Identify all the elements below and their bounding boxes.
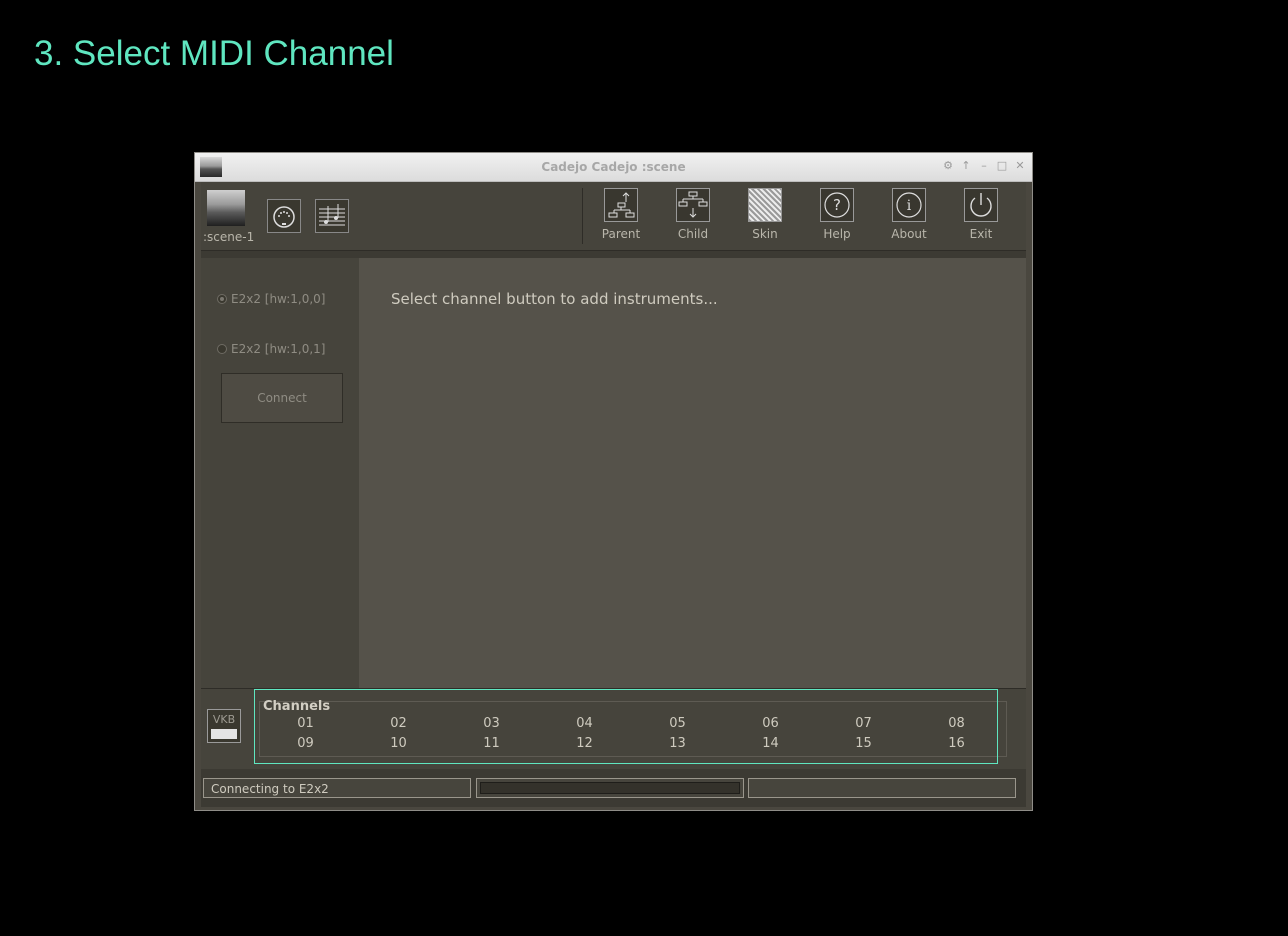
vkb-label: VKB: [212, 713, 236, 726]
channel-button-08[interactable]: 08: [910, 716, 1003, 731]
scene-label: :scene-1: [203, 230, 255, 244]
vkb-button[interactable]: VKB: [207, 709, 241, 743]
title-bar: Cadejo Cadejo :scene ⚙ ↑ – □ ✕: [195, 153, 1032, 182]
close-icon[interactable]: ✕: [1014, 159, 1026, 173]
exit-button[interactable]: Exit: [951, 188, 1011, 241]
connect-button[interactable]: Connect: [221, 373, 343, 423]
scene-thumbnail[interactable]: [207, 190, 245, 226]
skin-icon: [748, 188, 782, 222]
status-message-box: Connecting to E2x2: [203, 778, 471, 798]
channel-button-01[interactable]: 01: [259, 716, 352, 731]
progress-track: [480, 782, 740, 794]
main-pane: Select channel button to add instruments…: [359, 258, 1026, 688]
status-extra-box: [748, 778, 1016, 798]
radio-button[interactable]: [217, 344, 227, 354]
power-icon: [964, 188, 998, 222]
midi-input-label: E2x2 [hw:1,0,0]: [231, 292, 326, 306]
parent-button[interactable]: Parent: [591, 188, 651, 241]
child-label: Child: [677, 227, 709, 241]
midi-input-option-2[interactable]: E2x2 [hw:1,0,1]: [217, 342, 325, 356]
about-button[interactable]: i About: [879, 188, 939, 241]
channel-button-14[interactable]: 14: [724, 736, 817, 751]
channel-button-04[interactable]: 04: [538, 716, 631, 731]
channel-button-10[interactable]: 10: [352, 736, 445, 751]
radio-button[interactable]: [217, 294, 227, 304]
exit-label: Exit: [969, 227, 993, 241]
help-icon: ?: [820, 188, 854, 222]
step-heading: 3. Select MIDI Channel: [34, 34, 394, 73]
child-icon: [676, 188, 710, 222]
maximize-icon[interactable]: □: [996, 159, 1008, 173]
status-bar: Connecting to E2x2: [201, 772, 1026, 807]
about-label: About: [891, 227, 927, 241]
channel-button-09[interactable]: 09: [259, 736, 352, 751]
midi-input-panel: E2x2 [hw:1,0,0] E2x2 [hw:1,0,1] Connect: [201, 258, 359, 688]
skin-label: Skin: [752, 227, 778, 241]
piano-keys-icon: [211, 729, 237, 739]
svg-text:i: i: [907, 198, 912, 214]
window-title: Cadejo Cadejo :scene: [541, 160, 686, 174]
toolbar-separator: [582, 188, 583, 244]
midi-input-label: E2x2 [hw:1,0,1]: [231, 342, 326, 356]
child-button[interactable]: Child: [663, 188, 723, 241]
app-window: Cadejo Cadejo :scene ⚙ ↑ – □ ✕ :scene-1: [194, 152, 1033, 811]
main-message: Select channel button to add instruments…: [391, 290, 718, 308]
midi-connector-button[interactable]: [267, 199, 301, 233]
channel-button-05[interactable]: 05: [631, 716, 724, 731]
midi-input-option-1[interactable]: E2x2 [hw:1,0,0]: [217, 292, 325, 306]
channel-button-16[interactable]: 16: [910, 736, 1003, 751]
window-content: :scene-1 Parent Child Skin ? Help i Abou…: [201, 182, 1026, 807]
minimize-icon[interactable]: –: [978, 159, 990, 173]
progress-bar: [476, 778, 744, 798]
channel-row-2: 09 10 11 12 13 14 15 16: [259, 736, 1004, 751]
channels-panel: VKB Channels 01 02 03 04 05 06 07 08 09 …: [201, 688, 1026, 769]
score-button[interactable]: [315, 199, 349, 233]
parent-label: Parent: [601, 227, 641, 241]
channel-button-11[interactable]: 11: [445, 736, 538, 751]
channel-button-13[interactable]: 13: [631, 736, 724, 751]
arrow-up-icon[interactable]: ↑: [960, 159, 972, 173]
channel-button-12[interactable]: 12: [538, 736, 631, 751]
music-notes-icon: [319, 204, 345, 226]
channel-button-02[interactable]: 02: [352, 716, 445, 731]
status-text: Connecting to E2x2: [211, 782, 329, 796]
channel-button-15[interactable]: 15: [817, 736, 910, 751]
parent-icon: [604, 188, 638, 222]
midi-din-icon: [273, 206, 295, 228]
channel-button-03[interactable]: 03: [445, 716, 538, 731]
channel-button-07[interactable]: 07: [817, 716, 910, 731]
gear-icon[interactable]: ⚙: [942, 159, 954, 173]
about-icon: i: [892, 188, 926, 222]
channels-title: Channels: [263, 699, 331, 714]
svg-text:?: ?: [833, 196, 841, 214]
toolbar: :scene-1 Parent Child Skin ? Help i Abou…: [201, 182, 1026, 251]
channel-button-06[interactable]: 06: [724, 716, 817, 731]
help-label: Help: [823, 227, 851, 241]
channel-row-1: 01 02 03 04 05 06 07 08: [259, 716, 1004, 731]
skin-button[interactable]: Skin: [735, 188, 795, 241]
help-button[interactable]: ? Help: [807, 188, 867, 241]
